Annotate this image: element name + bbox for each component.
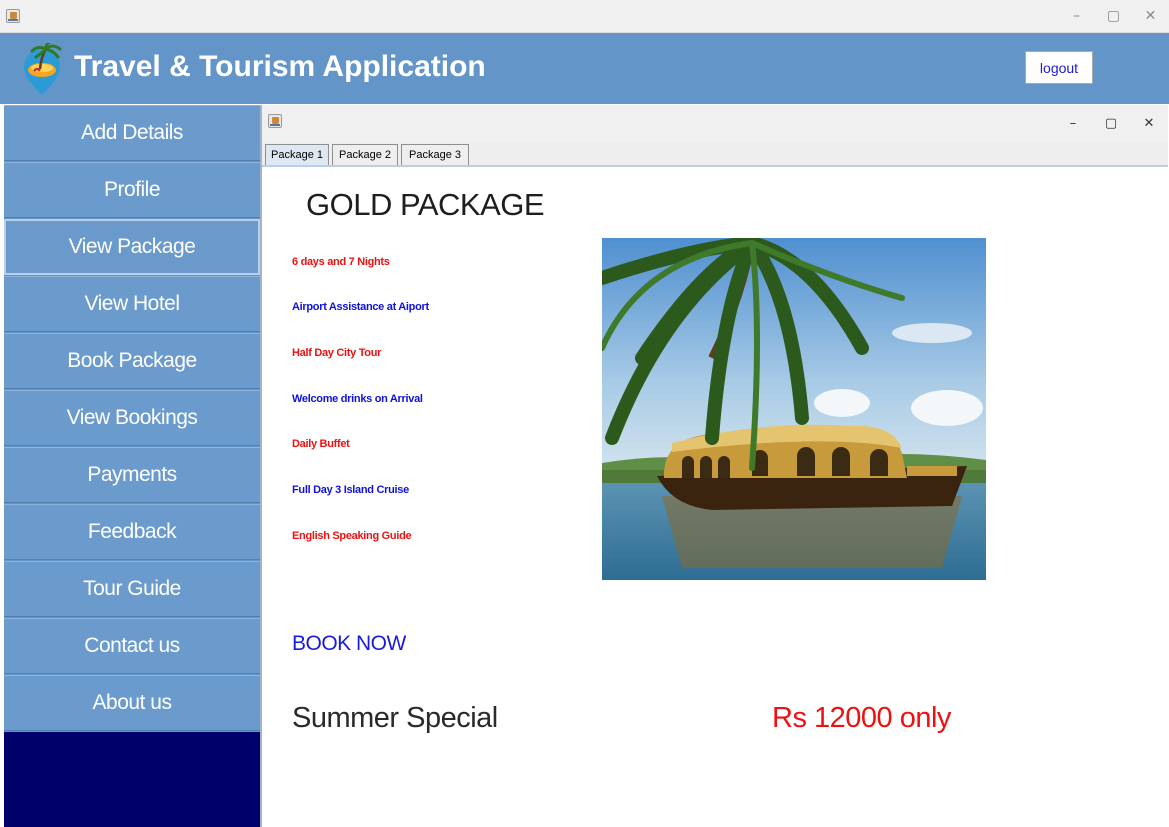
- sidebar-item-about-us[interactable]: About us: [4, 675, 260, 731]
- sidebar-item-view-package[interactable]: View Package: [4, 219, 260, 275]
- feature-item: Welcome drinks on Arrival: [292, 393, 423, 405]
- window-controls: – ▢ ✕: [1058, 0, 1169, 32]
- package-internal-window: – ▢ ✕ Package 1 Package 2 Package 3 GOLD…: [260, 105, 1168, 827]
- app-title: Travel & Tourism Application: [74, 50, 486, 83]
- java-app-icon: [6, 9, 20, 23]
- travel-logo-icon: [24, 43, 62, 95]
- sidebar-item-payments[interactable]: Payments: [4, 447, 260, 503]
- sidebar-item-book-package[interactable]: Book Package: [4, 333, 260, 389]
- sidebar: Add Details Profile View Package View Ho…: [4, 105, 260, 827]
- feature-item: English Speaking Guide: [292, 530, 412, 542]
- package-tabs: Package 1 Package 2 Package 3: [262, 141, 1168, 167]
- app-header: Travel & Tourism Application logout: [0, 33, 1169, 104]
- inner-close-button[interactable]: ✕: [1130, 109, 1168, 137]
- price-label: Rs 12000 only: [772, 702, 951, 734]
- feature-item: Full Day 3 Island Cruise: [292, 484, 409, 496]
- promo-label: Summer Special: [292, 702, 498, 734]
- tab-package-3[interactable]: Package 3: [401, 144, 469, 165]
- inner-minimize-button[interactable]: –: [1054, 109, 1092, 137]
- outer-title-bar: – ▢ ✕: [0, 0, 1169, 33]
- java-app-icon: [268, 114, 282, 128]
- sidebar-item-contact-us[interactable]: Contact us: [4, 618, 260, 674]
- close-button[interactable]: ✕: [1132, 0, 1169, 32]
- package-content: GOLD PACKAGE 6 days and 7 Nights Airport…: [262, 167, 1168, 827]
- feature-item: 6 days and 7 Nights: [292, 256, 390, 268]
- inner-title-bar: – ▢ ✕: [262, 105, 1168, 141]
- tab-package-1[interactable]: Package 1: [265, 144, 329, 165]
- book-now-link[interactable]: BOOK NOW: [292, 632, 406, 656]
- sidebar-item-view-bookings[interactable]: View Bookings: [4, 390, 260, 446]
- inner-window-controls: – ▢ ✕: [1054, 109, 1168, 137]
- sidebar-footer-panel: [4, 732, 260, 827]
- sidebar-item-feedback[interactable]: Feedback: [4, 504, 260, 560]
- inner-maximize-button[interactable]: ▢: [1092, 109, 1130, 137]
- maximize-button[interactable]: ▢: [1095, 0, 1132, 32]
- feature-item: Daily Buffet: [292, 438, 350, 450]
- sidebar-item-view-hotel[interactable]: View Hotel: [4, 276, 260, 332]
- feature-item: Half Day City Tour: [292, 347, 382, 359]
- houseboat-photo: [602, 238, 986, 580]
- logout-button[interactable]: logout: [1025, 51, 1093, 84]
- feature-item: Airport Assistance at Aiport: [292, 301, 429, 313]
- tab-package-2[interactable]: Package 2: [332, 144, 398, 165]
- minimize-button[interactable]: –: [1058, 0, 1095, 32]
- sidebar-item-add-details[interactable]: Add Details: [4, 105, 260, 161]
- sidebar-item-profile[interactable]: Profile: [4, 162, 260, 218]
- package-title: GOLD PACKAGE: [306, 187, 545, 222]
- sidebar-item-tour-guide[interactable]: Tour Guide: [4, 561, 260, 617]
